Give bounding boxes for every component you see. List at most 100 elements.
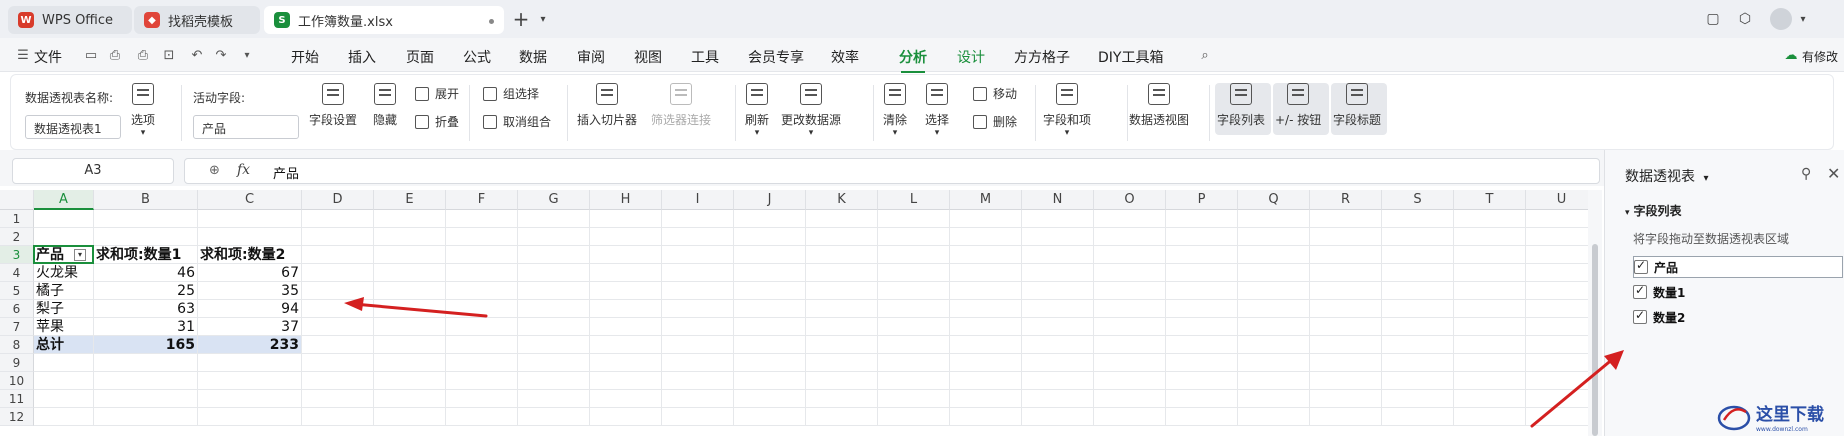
cell[interactable] <box>1310 390 1382 408</box>
cell[interactable] <box>1094 390 1166 408</box>
cell[interactable] <box>1454 300 1526 318</box>
cell[interactable] <box>1238 372 1310 390</box>
cell[interactable] <box>1166 336 1238 354</box>
cell[interactable] <box>34 210 94 228</box>
print-preview-icon[interactable]: ⊡ <box>162 49 176 63</box>
pm-buttons-button[interactable]: +/- 按钮 <box>1275 83 1321 128</box>
cell[interactable] <box>590 372 662 390</box>
row-label-cell[interactable]: 苹果 <box>34 318 94 336</box>
cell[interactable] <box>1022 210 1094 228</box>
avatar[interactable] <box>1770 8 1792 30</box>
cube-icon[interactable]: ⬡ <box>1736 10 1754 28</box>
export-icon[interactable]: ⎙ <box>108 49 122 63</box>
cell[interactable] <box>1454 246 1526 264</box>
cell[interactable] <box>1022 372 1094 390</box>
cell[interactable] <box>34 408 94 426</box>
cell[interactable] <box>1382 300 1454 318</box>
cell[interactable] <box>734 318 806 336</box>
cell[interactable] <box>950 372 1022 390</box>
value-cell[interactable]: 37 <box>198 318 302 336</box>
cell[interactable] <box>1382 246 1454 264</box>
cell[interactable] <box>1310 354 1382 372</box>
menu-tools[interactable]: 工具 <box>691 47 719 67</box>
cell[interactable] <box>374 336 446 354</box>
cell[interactable] <box>950 282 1022 300</box>
cell[interactable] <box>34 354 94 372</box>
insert-slicer-button[interactable]: 插入切片器 <box>577 83 637 128</box>
cell[interactable] <box>518 300 590 318</box>
value-cell[interactable]: 67 <box>198 264 302 282</box>
chevron-down-icon[interactable]: ▾ <box>240 49 254 63</box>
chevron-down-icon[interactable]: ▾ <box>534 10 552 28</box>
cell[interactable] <box>806 300 878 318</box>
cell[interactable] <box>878 336 950 354</box>
cell[interactable] <box>1166 246 1238 264</box>
column-header-b[interactable]: B <box>94 190 198 210</box>
cell[interactable] <box>1166 354 1238 372</box>
pivot-chart-button[interactable]: 数据透视图 <box>1129 83 1189 128</box>
column-header-a[interactable]: A <box>34 190 94 210</box>
cell[interactable] <box>878 264 950 282</box>
menu-insert[interactable]: 插入 <box>348 47 376 67</box>
column-header-h[interactable]: H <box>590 190 662 210</box>
cell[interactable] <box>1238 300 1310 318</box>
cell[interactable] <box>1454 354 1526 372</box>
column-header-d[interactable]: D <box>302 190 374 210</box>
zoom-icon[interactable]: ⊕ <box>209 163 220 178</box>
panel-title[interactable]: 数据透视表 ▾ <box>1625 166 1708 186</box>
cell[interactable] <box>590 282 662 300</box>
cell[interactable] <box>94 408 198 426</box>
cell[interactable] <box>806 228 878 246</box>
cell[interactable] <box>1238 408 1310 426</box>
cell[interactable] <box>878 372 950 390</box>
cell[interactable] <box>198 210 302 228</box>
cell[interactable] <box>1382 354 1454 372</box>
cell[interactable] <box>590 408 662 426</box>
cell[interactable] <box>1022 318 1094 336</box>
pivot-name-input[interactable]: 数据透视表1 <box>25 115 121 139</box>
cell[interactable] <box>302 264 374 282</box>
cell[interactable] <box>734 354 806 372</box>
cell[interactable] <box>518 246 590 264</box>
cell[interactable] <box>94 210 198 228</box>
cell[interactable] <box>1094 336 1166 354</box>
cell[interactable] <box>806 210 878 228</box>
cell[interactable] <box>1094 372 1166 390</box>
cell[interactable] <box>1382 336 1454 354</box>
cell[interactable] <box>1238 246 1310 264</box>
select-button[interactable]: 选择 ▾ <box>925 83 949 138</box>
pivot-header-cell[interactable]: 求和项:数量2 <box>198 246 302 264</box>
cell[interactable] <box>734 390 806 408</box>
cell[interactable] <box>878 246 950 264</box>
menu-design[interactable]: 设计 <box>957 47 985 67</box>
menu-file[interactable]: 文件 <box>34 47 62 67</box>
cell[interactable] <box>734 336 806 354</box>
menu-home[interactable]: 开始 <box>291 47 319 67</box>
cell[interactable] <box>1022 282 1094 300</box>
cell[interactable] <box>374 210 446 228</box>
cell[interactable] <box>1094 264 1166 282</box>
cell[interactable] <box>662 282 734 300</box>
cell[interactable] <box>662 246 734 264</box>
cell[interactable] <box>662 210 734 228</box>
cell[interactable] <box>446 264 518 282</box>
cell[interactable] <box>302 210 374 228</box>
cell[interactable] <box>878 300 950 318</box>
column-header-r[interactable]: R <box>1310 190 1382 210</box>
tab-wps-office[interactable]: W WPS Office <box>8 6 132 34</box>
cell[interactable] <box>1382 282 1454 300</box>
cell[interactable] <box>374 354 446 372</box>
cell[interactable] <box>374 408 446 426</box>
cell[interactable] <box>734 264 806 282</box>
cell[interactable] <box>1166 318 1238 336</box>
menu-view[interactable]: 视图 <box>634 47 662 67</box>
cell[interactable] <box>1238 228 1310 246</box>
cell[interactable] <box>1238 210 1310 228</box>
field-list-button[interactable]: 字段列表 <box>1217 83 1265 128</box>
cell[interactable] <box>590 318 662 336</box>
value-cell[interactable]: 46 <box>94 264 198 282</box>
cell[interactable] <box>1454 372 1526 390</box>
cell[interactable] <box>1310 210 1382 228</box>
cell[interactable] <box>1022 246 1094 264</box>
cell[interactable] <box>198 228 302 246</box>
